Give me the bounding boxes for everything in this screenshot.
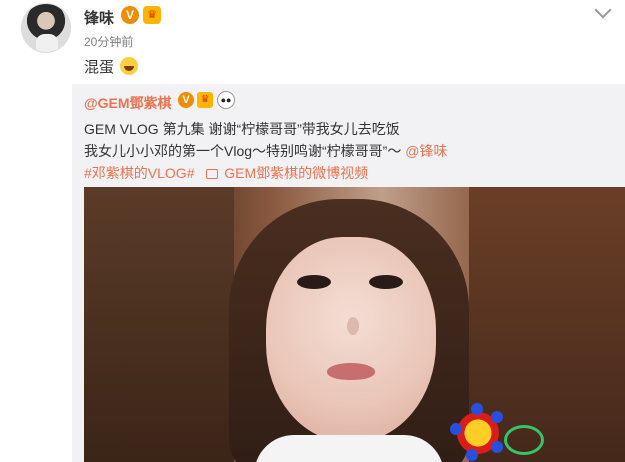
- left-eye: [297, 275, 331, 289]
- username[interactable]: 锋味: [84, 7, 114, 28]
- repost-text-prefix: 我女儿小小邓的第一个Vlog～特别鸣谢“柠檬哥哥”～: [84, 143, 402, 159]
- video-link[interactable]: GEM鄧紫棋的微博视频: [224, 165, 368, 181]
- white-shirt: [254, 435, 444, 462]
- chevron-down-icon[interactable]: [594, 1, 612, 19]
- post-text-content: 混蛋: [84, 59, 115, 76]
- repost-author[interactable]: @GEM鄧紫棋: [84, 93, 172, 113]
- repost-text-line-2: 我女儿小小邓的第一个Vlog～特别鸣谢“柠檬哥哥”～ @锋味: [84, 141, 447, 161]
- toy-dot: [450, 423, 462, 435]
- girl-face: [266, 237, 436, 442]
- nose: [347, 317, 359, 335]
- background-wall-panel: [84, 187, 234, 462]
- mention-link[interactable]: @锋味: [405, 143, 447, 159]
- toy-dot: [491, 441, 503, 453]
- crown-icon: ♛: [197, 92, 213, 108]
- laugh-emoji-icon: [120, 57, 139, 75]
- repost-text-line-1: GEM VLOG 第九集 谢谢“柠檬哥哥”带我女儿去吃饭: [84, 121, 400, 137]
- reposted-content: @GEM鄧紫棋 V ♛ ●● GEM VLOG 第九集 谢谢“柠檬哥哥”带我女儿…: [72, 84, 625, 462]
- topic-link[interactable]: #邓紫棋的VLOG#: [84, 165, 194, 181]
- mouth: [327, 363, 375, 380]
- verified-v-icon: V: [121, 6, 139, 24]
- toy-ring: [504, 425, 544, 455]
- verified-v-icon: V: [178, 92, 194, 108]
- toy-dot: [471, 403, 483, 415]
- panda-icon: ●●: [217, 91, 235, 109]
- video-icon: [206, 169, 219, 179]
- toy-dot: [491, 411, 503, 423]
- toy-dot: [466, 449, 478, 461]
- video-thumbnail[interactable]: [84, 187, 625, 462]
- topic-line: #邓紫棋的VLOG# GEM鄧紫棋的微博视频: [84, 163, 368, 183]
- post-text: 混蛋: [84, 56, 139, 77]
- post-header: 锋味 V ♛ 20分钟前 混蛋: [0, 0, 625, 84]
- avatar[interactable]: [21, 3, 71, 53]
- post-time[interactable]: 20分钟前: [84, 33, 133, 50]
- right-eye: [369, 275, 403, 289]
- crown-icon: ♛: [143, 6, 161, 24]
